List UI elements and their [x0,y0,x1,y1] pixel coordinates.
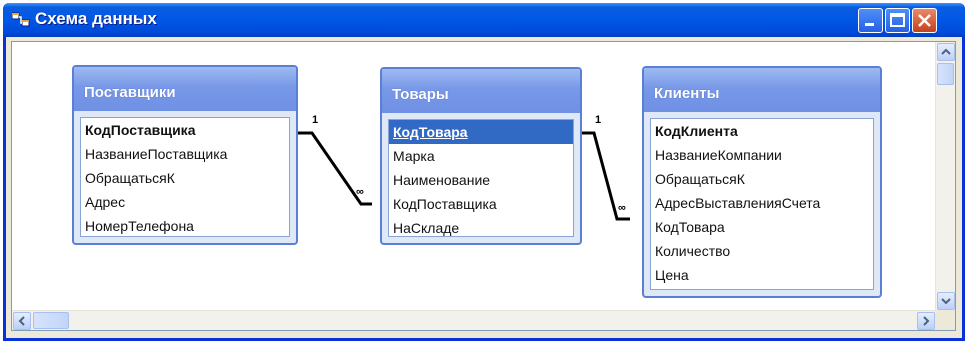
field-item-selected[interactable]: КодТовара [389,120,573,144]
table-title[interactable]: Клиенты [644,68,880,112]
table-title[interactable]: Поставщики [74,67,296,111]
vertical-scroll-thumb[interactable] [937,63,954,85]
maximize-button[interactable] [885,8,910,33]
minimize-icon [865,23,874,26]
diagram-canvas[interactable]: 1 ∞ 1 ∞ Поставщики КодПоставщика Названи… [11,41,956,331]
horizontal-scrollbar[interactable] [12,310,936,330]
relationship-many-label: ∞ [618,202,626,214]
arrow-down-icon [941,298,951,305]
arrow-up-icon [941,48,951,55]
minimize-button[interactable] [858,8,883,33]
field-item[interactable]: КодПоставщика [389,192,573,216]
field-item[interactable]: ОбращатьсяК [651,167,873,191]
scroll-down-button[interactable] [937,292,955,310]
field-item[interactable]: КодПоставщика [81,118,289,142]
field-item[interactable]: АдресВыставленияСчета [651,191,873,215]
field-list[interactable]: КодТовара Марка Наименование КодПоставщи… [388,119,574,237]
field-list[interactable]: КодКлиента НазваниеКомпании ОбращатьсяК … [650,118,874,290]
window-title: Схема данных [35,9,157,28]
field-item[interactable]: КодКлиента [651,119,873,143]
relationship-one-label: 1 [595,114,602,126]
vertical-scrollbar[interactable] [935,42,955,311]
field-item[interactable]: Цена [651,263,873,287]
field-item[interactable]: Адрес [81,190,289,214]
horizontal-scroll-thumb[interactable] [33,312,69,329]
field-item[interactable]: НазваниеКомпании [651,143,873,167]
arrow-left-icon [18,316,25,326]
relationship-one-label: 1 [312,114,319,126]
scrollbar-corner [935,310,955,330]
close-icon [918,14,931,27]
scroll-up-button[interactable] [937,43,955,61]
table-suppliers[interactable]: Поставщики КодПоставщика НазваниеПоставщ… [72,65,298,245]
field-item[interactable]: НазваниеПоставщика [81,142,289,166]
field-item[interactable]: ОбращатьсяК [81,166,289,190]
maximize-icon [890,13,905,27]
field-item[interactable]: НаСкладе [389,216,573,240]
title-bar[interactable]: Схема данных [3,3,965,37]
field-item[interactable]: НомерТелефона [81,214,289,238]
scroll-right-button[interactable] [917,312,935,330]
arrow-right-icon [923,316,930,326]
scroll-left-button[interactable] [13,312,31,330]
field-list[interactable]: КодПоставщика НазваниеПоставщика Обращат… [80,117,290,237]
field-item[interactable]: Марка [389,144,573,168]
close-button[interactable] [912,8,937,33]
field-item[interactable]: КодТовара [651,215,873,239]
table-title[interactable]: Товары [382,69,580,113]
relationship-many-label: ∞ [356,186,364,198]
schema-window: Схема данных 1 ∞ 1 ∞ Поставщики КодПоста… [3,3,965,341]
table-clients[interactable]: Клиенты КодКлиента НазваниеКомпании Обра… [642,66,882,298]
relationships-icon [12,12,30,27]
field-item[interactable]: Наименование [389,168,573,192]
field-item[interactable]: Количество [651,239,873,263]
table-products[interactable]: Товары КодТовара Марка Наименование КодП… [380,67,582,245]
